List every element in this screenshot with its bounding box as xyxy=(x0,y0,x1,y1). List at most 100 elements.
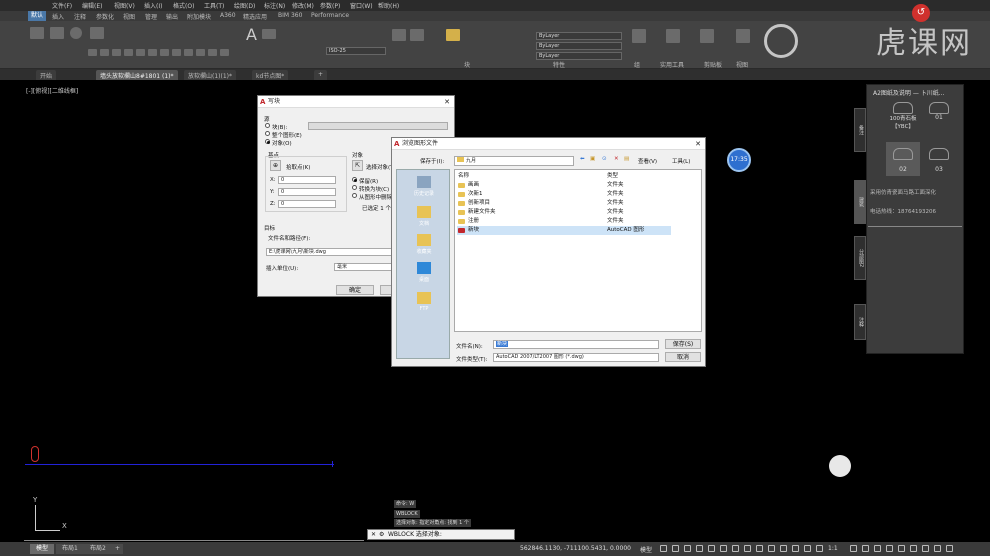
base-z-field[interactable]: 0 xyxy=(278,200,336,208)
layer-combo[interactable]: ISO-25 xyxy=(326,47,386,55)
doc-tab-current[interactable]: 墙头放软欄山8#1801 (1)* xyxy=(96,70,178,80)
annotation-scale[interactable]: 1:1 xyxy=(828,545,838,552)
palette-item-0[interactable]: 100青石板 【YBC】 xyxy=(886,102,920,136)
new-folder-icon[interactable]: ▤ xyxy=(624,156,629,162)
wrench-icon[interactable]: ⚙ xyxy=(379,530,384,540)
objects-radio-convert[interactable] xyxy=(352,185,357,190)
color-combo[interactable]: ByLayer xyxy=(536,32,622,40)
menu-tools[interactable]: 工具(T) xyxy=(204,1,224,10)
file-row[interactable]: 注册 文件夹 xyxy=(457,217,701,226)
group-icon[interactable] xyxy=(632,29,646,43)
line-tool-icon[interactable] xyxy=(30,27,44,39)
menu-file[interactable]: 文件(F) xyxy=(52,1,72,10)
source-radio-objects[interactable] xyxy=(265,139,270,144)
viewport-icon[interactable] xyxy=(736,29,750,43)
menu-modify[interactable]: 修改(M) xyxy=(292,1,314,10)
tools-menu[interactable]: 工具(L) xyxy=(672,157,690,165)
circle-tool-icon[interactable] xyxy=(70,27,82,39)
lineweight-combo[interactable]: ByLayer xyxy=(536,52,622,60)
ortho-icon[interactable] xyxy=(684,545,691,552)
paste-icon[interactable] xyxy=(700,29,714,43)
ribbon-tab-a360[interactable]: A360 xyxy=(220,12,236,19)
ribbon-tab-featured[interactable]: 精选应用 xyxy=(243,12,267,21)
menu-format[interactable]: 格式(O) xyxy=(173,1,194,10)
close-icon[interactable]: ✕ xyxy=(371,530,376,540)
filename-field[interactable]: 新块 xyxy=(493,340,659,349)
layout-tab-1[interactable]: 布局1 xyxy=(56,544,84,554)
palette-item-1[interactable]: 01 xyxy=(922,102,956,136)
measure-icon[interactable] xyxy=(666,29,680,43)
navigation-bubble-icon[interactable] xyxy=(829,455,851,477)
menu-help[interactable]: 帮助(H) xyxy=(378,1,399,10)
source-radio-block[interactable] xyxy=(265,123,270,128)
up-folder-icon[interactable]: ▣ xyxy=(590,156,595,162)
gizmo-icon[interactable] xyxy=(804,545,811,552)
new-tab-button[interactable]: + xyxy=(314,70,328,80)
3d-osnap-icon[interactable] xyxy=(768,545,775,552)
palette-item-2[interactable]: 02 xyxy=(886,142,920,176)
dynamic-ucs-icon[interactable] xyxy=(780,545,787,552)
lineweight-icon[interactable] xyxy=(732,545,739,552)
ribbon-tab-performance[interactable]: Performance xyxy=(311,12,349,19)
mirror-icon[interactable] xyxy=(136,49,145,56)
dimension-tool-icon[interactable] xyxy=(262,29,276,39)
isolate-objects-icon[interactable] xyxy=(910,545,917,552)
ribbon-tab-manage[interactable]: 管理 xyxy=(145,12,157,21)
create-block-icon[interactable] xyxy=(410,29,424,41)
ribbon-tab-insert[interactable]: 插入 xyxy=(52,12,64,21)
arc-tool-icon[interactable] xyxy=(90,27,104,39)
save-in-combo[interactable]: 九月 xyxy=(454,156,574,166)
menu-edit[interactable]: 编辑(E) xyxy=(82,1,102,10)
scale-icon[interactable] xyxy=(172,49,181,56)
erase-icon[interactable] xyxy=(196,49,205,56)
doc-tab-2[interactable]: 放软欄山(1)(1)* xyxy=(184,70,236,80)
layer-properties-icon[interactable] xyxy=(446,29,460,41)
place-documents[interactable]: 文档 xyxy=(405,206,443,227)
ribbon-tab-output[interactable]: 输出 xyxy=(166,12,178,21)
source-radio-entire[interactable] xyxy=(265,131,270,136)
add-layout-button[interactable]: + xyxy=(112,544,124,554)
quick-properties-icon[interactable] xyxy=(886,545,893,552)
place-desktop[interactable]: 桌面 xyxy=(405,262,443,283)
close-icon[interactable]: ✕ xyxy=(695,138,701,150)
menu-dimension[interactable]: 标注(N) xyxy=(264,1,285,10)
insert-block-icon[interactable] xyxy=(392,29,406,41)
filetype-select[interactable]: AutoCAD 2007/LT2007 图形 (*.dwg) xyxy=(493,353,659,362)
place-ftp[interactable]: FTP xyxy=(405,292,443,312)
file-row[interactable]: 新建文件夹 文件夹 xyxy=(457,208,701,217)
file-row[interactable]: 次新1 文件夹 xyxy=(457,190,701,199)
pick-point-icon[interactable]: ⊕ xyxy=(270,160,281,171)
ribbon-tab-annotate[interactable]: 注释 xyxy=(74,12,86,21)
units-icon[interactable] xyxy=(874,545,881,552)
menu-view[interactable]: 视图(V) xyxy=(114,1,135,10)
menu-parametric[interactable]: 参数(P) xyxy=(320,1,340,10)
polar-icon[interactable] xyxy=(696,545,703,552)
file-row-selected[interactable]: 新块 AutoCAD 图形 xyxy=(457,226,671,235)
place-history[interactable]: 历史记录 xyxy=(405,176,443,197)
workspace-icon[interactable] xyxy=(850,545,857,552)
layout-tab-model[interactable]: 模型 xyxy=(30,544,55,554)
view-menu[interactable]: 查看(V) xyxy=(638,157,657,165)
text-tool-icon[interactable]: A xyxy=(246,25,257,44)
doc-tab-3[interactable]: kd节点图* xyxy=(252,70,289,80)
palette-side-tab-1[interactable]: 备注 xyxy=(854,108,866,152)
save-button[interactable]: 保存(S) xyxy=(665,339,701,349)
file-row[interactable]: 创新项目 文件夹 xyxy=(457,199,701,208)
clean-screen-icon[interactable] xyxy=(934,545,941,552)
ribbon-tab-bim360[interactable]: BIM 360 xyxy=(278,12,302,19)
selection-filter-icon[interactable] xyxy=(792,545,799,552)
layout-tab-2[interactable]: 布局2 xyxy=(84,544,112,554)
array-icon[interactable] xyxy=(184,49,193,56)
trim-icon[interactable] xyxy=(112,49,121,56)
back-icon[interactable]: ⬅ xyxy=(580,156,585,162)
selection-cycling-icon[interactable] xyxy=(756,545,763,552)
palette-side-tab-2[interactable]: 建筑 xyxy=(854,180,866,224)
delete-icon[interactable]: ✕ xyxy=(614,156,619,162)
move-icon[interactable] xyxy=(88,49,97,56)
explode-icon[interactable] xyxy=(208,49,217,56)
search-icon[interactable]: ⊙ xyxy=(602,156,607,162)
palette-side-tab-4[interactable]: 注释 xyxy=(854,304,866,340)
cancel-button[interactable]: 取消 xyxy=(665,352,701,362)
offset-icon[interactable] xyxy=(220,49,229,56)
viewport-label[interactable]: [-][俯视][二维线框] xyxy=(26,86,78,95)
